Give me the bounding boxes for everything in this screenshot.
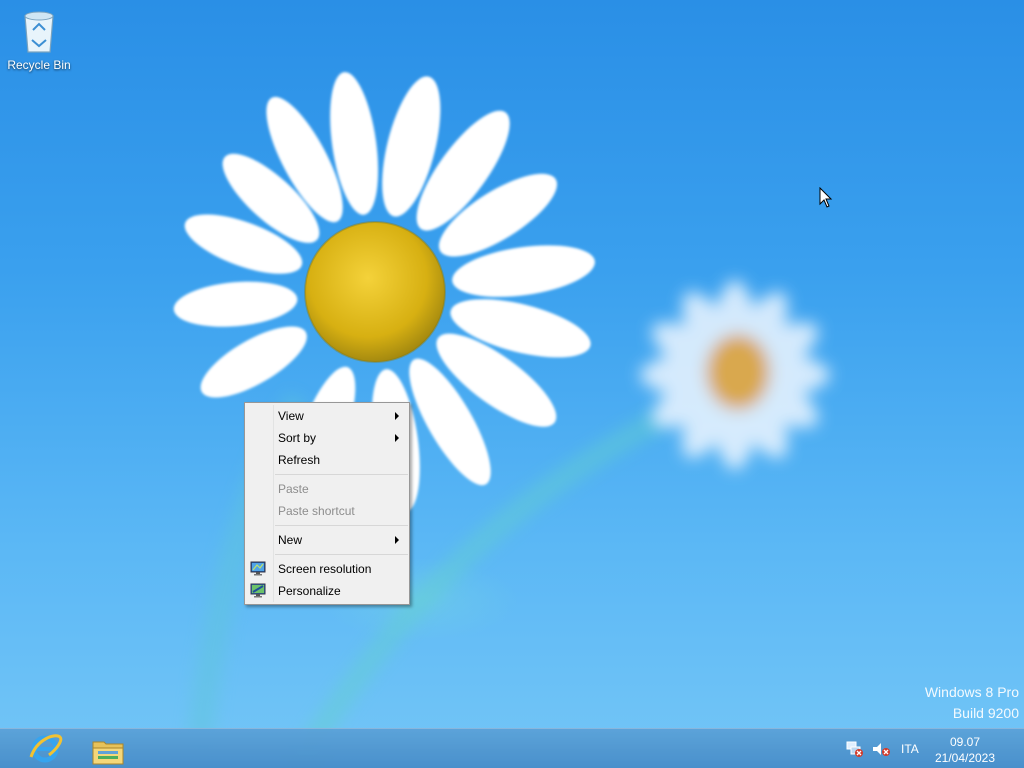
submenu-arrow-icon [395, 412, 399, 420]
file-explorer-icon [92, 741, 124, 765]
menu-separator [275, 525, 408, 526]
wallpaper [173, 72, 830, 767]
taskbar-file-explorer-button[interactable] [80, 731, 136, 767]
menu-item-paste-shortcut: Paste shortcut [245, 500, 409, 522]
submenu-arrow-icon [395, 434, 399, 442]
menu-item-refresh[interactable]: Refresh [245, 449, 409, 471]
network-disconnected-icon[interactable] [846, 741, 864, 757]
menu-item-new[interactable]: New [245, 529, 409, 551]
menu-item-label: Paste [278, 482, 309, 496]
taskbar-clock[interactable]: 09.07 21/04/2023 [934, 734, 996, 766]
menu-separator [275, 554, 408, 555]
desktop-context-menu: View Sort by Refresh Paste Paste shortcu… [244, 402, 410, 605]
personalize-icon [250, 583, 266, 598]
volume-muted-icon[interactable] [871, 741, 891, 757]
menu-item-personalize[interactable]: Personalize [245, 580, 409, 602]
input-language-indicator[interactable]: ITA [901, 742, 919, 756]
menu-item-label: Screen resolution [278, 562, 372, 576]
menu-item-label: Sort by [278, 431, 317, 445]
internet-explorer-icon [29, 734, 63, 763]
menu-item-label: New [278, 533, 303, 547]
mouse-pointer-icon [819, 187, 833, 208]
menu-separator [275, 474, 408, 475]
taskbar: ITA 09.07 21/04/2023 [0, 728, 1024, 768]
menu-item-label: Personalize [278, 584, 341, 598]
taskbar-internet-explorer-button[interactable] [17, 731, 73, 767]
recycle-bin-shortcut[interactable]: Recycle Bin [4, 6, 74, 72]
watermark-edition: Windows 8 Pro [924, 684, 1019, 700]
watermark-build: Build 9200 [952, 705, 1019, 721]
menu-item-label: Paste shortcut [278, 504, 355, 518]
recycle-bin-label: Recycle Bin [7, 58, 71, 72]
desktop[interactable]: Recycle Bin Windows 8 Pro Build 9200 Vie… [0, 0, 1024, 768]
clock-date: 21/04/2023 [934, 751, 996, 765]
clock-time: 09.07 [949, 735, 981, 749]
menu-item-screen-resolution[interactable]: Screen resolution [245, 558, 409, 580]
menu-item-label: Refresh [278, 453, 321, 467]
recycle-bin-icon [19, 6, 59, 54]
menu-item-paste: Paste [245, 478, 409, 500]
menu-item-sort-by[interactable]: Sort by [245, 427, 409, 449]
submenu-arrow-icon [395, 536, 399, 544]
menu-item-view[interactable]: View [245, 405, 409, 427]
screen-resolution-icon [250, 561, 266, 576]
windows-watermark: Windows 8 Pro Build 9200 [925, 682, 1019, 724]
menu-item-label: View [278, 409, 304, 423]
